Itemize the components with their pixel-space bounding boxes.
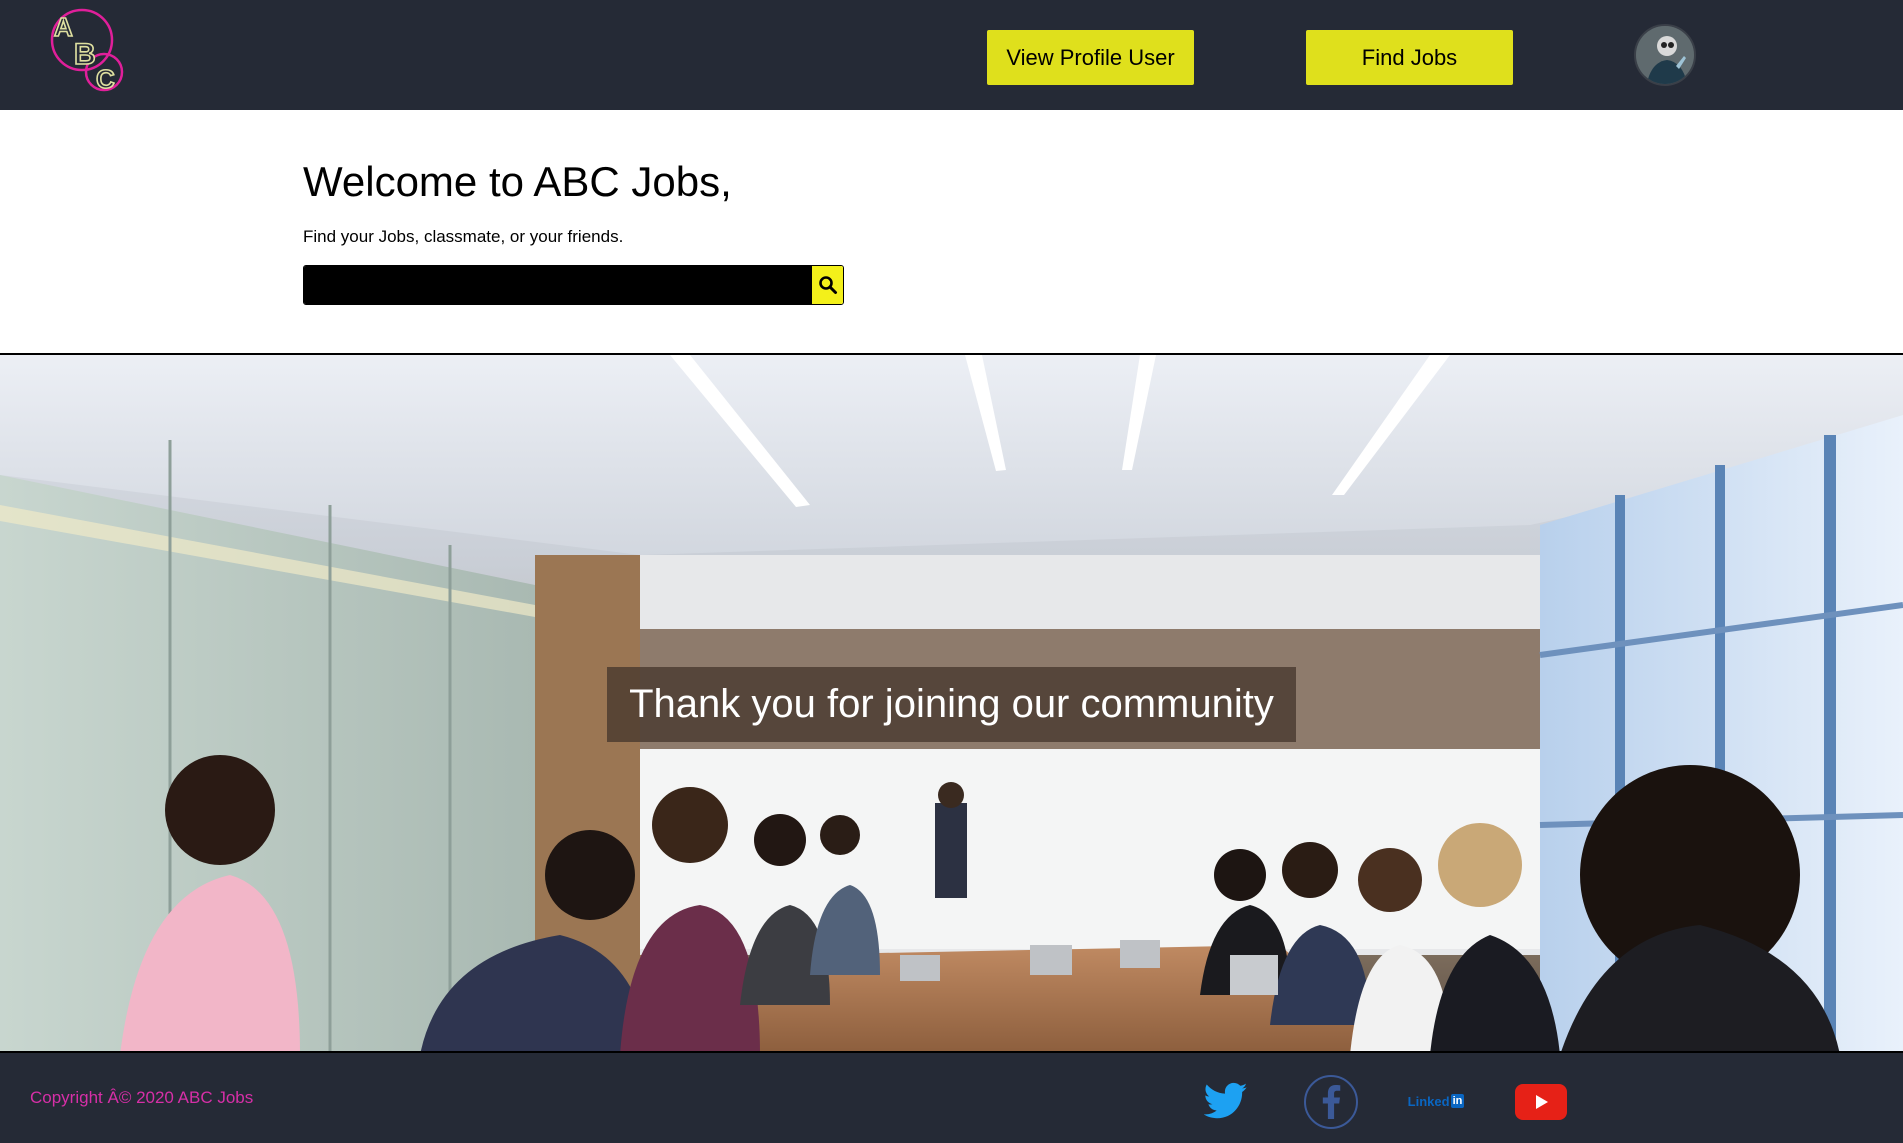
view-profile-button[interactable]: View Profile User [987, 30, 1194, 85]
logo-letter-c: C [96, 64, 115, 94]
hero-banner: Thank you for joining our community [0, 353, 1903, 1053]
search-icon [818, 276, 837, 294]
twitter-link[interactable] [1204, 1081, 1248, 1121]
linkedin-link[interactable]: Linked in [1404, 1090, 1468, 1112]
search-input[interactable] [304, 266, 812, 304]
twitter-icon [1204, 1082, 1248, 1119]
user-avatar[interactable] [1634, 24, 1696, 86]
hero-caption: Thank you for joining our community [607, 667, 1296, 742]
logo-letter-a: A [54, 12, 73, 42]
welcome-title: Welcome to ABC Jobs, [303, 158, 732, 205]
welcome-subtitle: Find your Jobs, classmate, or your frien… [303, 227, 624, 246]
facebook-link[interactable] [1304, 1075, 1358, 1129]
linkedin-icon: Linked in [1408, 1094, 1465, 1109]
logo-letter-b: B [74, 38, 96, 71]
search-button[interactable] [812, 266, 843, 304]
top-navbar: A B C View Profile User Find Jobs [0, 0, 1903, 110]
youtube-play-icon [1536, 1095, 1548, 1109]
welcome-section: Welcome to ABC Jobs, [303, 158, 732, 206]
find-jobs-button[interactable]: Find Jobs [1306, 30, 1513, 85]
copyright-text: Copyright Â© 2020 ABC Jobs [30, 1088, 254, 1107]
footer: Copyright Â© 2020 ABC Jobs Linked in [0, 1053, 1903, 1143]
linkedin-in-box: in [1450, 1094, 1465, 1108]
search-bar [303, 265, 844, 305]
abc-logo[interactable]: A B C [44, 6, 134, 96]
linkedin-wordmark: Linked [1407, 1093, 1450, 1109]
facebook-icon [1322, 1085, 1341, 1119]
youtube-link[interactable] [1515, 1084, 1567, 1120]
hero-caption-text: Thank you for joining our community [629, 682, 1274, 726]
